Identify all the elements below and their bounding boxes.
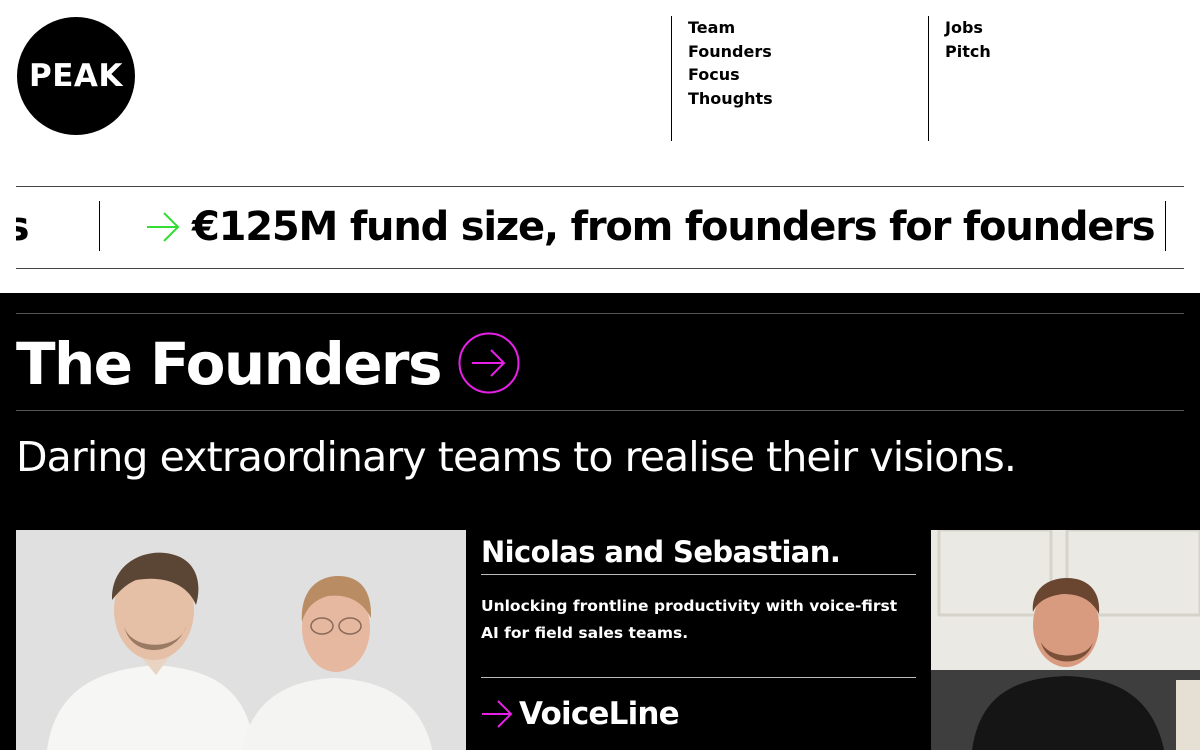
next-founder-photo-illustration (931, 530, 1200, 750)
next-founder-photo[interactable] (931, 530, 1200, 750)
arrow-right-icon (147, 212, 180, 242)
company-name: VoiceLine (519, 696, 680, 732)
nav-link-thoughts[interactable]: Thoughts (688, 87, 773, 111)
main-nav-primary: Team Founders Focus Thoughts (671, 16, 773, 141)
nav-link-focus[interactable]: Focus (688, 63, 773, 87)
section-title[interactable]: The Founders (16, 326, 442, 402)
main-nav-secondary: Jobs Pitch (928, 16, 991, 141)
ticker-item-fund-size[interactable]: €125M fund size, from founders for found… (192, 187, 1156, 268)
circle-arrow-right-icon[interactable] (457, 331, 521, 395)
ticker-divider (99, 201, 100, 251)
section-tagline: Daring extraordinary teams to realise th… (16, 433, 1017, 481)
founder-names[interactable]: Nicolas and Sebastian. (481, 530, 916, 575)
nav-link-jobs[interactable]: Jobs (945, 16, 991, 40)
ticker-item-previous[interactable]: urs (16, 187, 30, 268)
founders-section: The Founders Daring extraordinary teams … (0, 293, 1200, 750)
founders-photo-illustration (16, 530, 466, 750)
founders-photo[interactable] (16, 530, 466, 750)
peak-logo[interactable]: PEAK (17, 17, 135, 135)
company-link[interactable]: VoiceLine (481, 696, 916, 732)
founder-description: Unlocking frontline productivity with vo… (481, 593, 916, 678)
divider (16, 313, 1184, 314)
news-ticker: urs €125M fund size, from founders for f… (16, 186, 1184, 269)
founder-card-info: Nicolas and Sebastian. Unlocking frontli… (481, 530, 916, 732)
divider (16, 410, 1184, 411)
ticker-divider (1165, 201, 1166, 251)
nav-link-team[interactable]: Team (688, 16, 773, 40)
arrow-right-icon (482, 700, 513, 728)
nav-link-founders[interactable]: Founders (688, 40, 773, 64)
nav-link-pitch[interactable]: Pitch (945, 40, 991, 64)
